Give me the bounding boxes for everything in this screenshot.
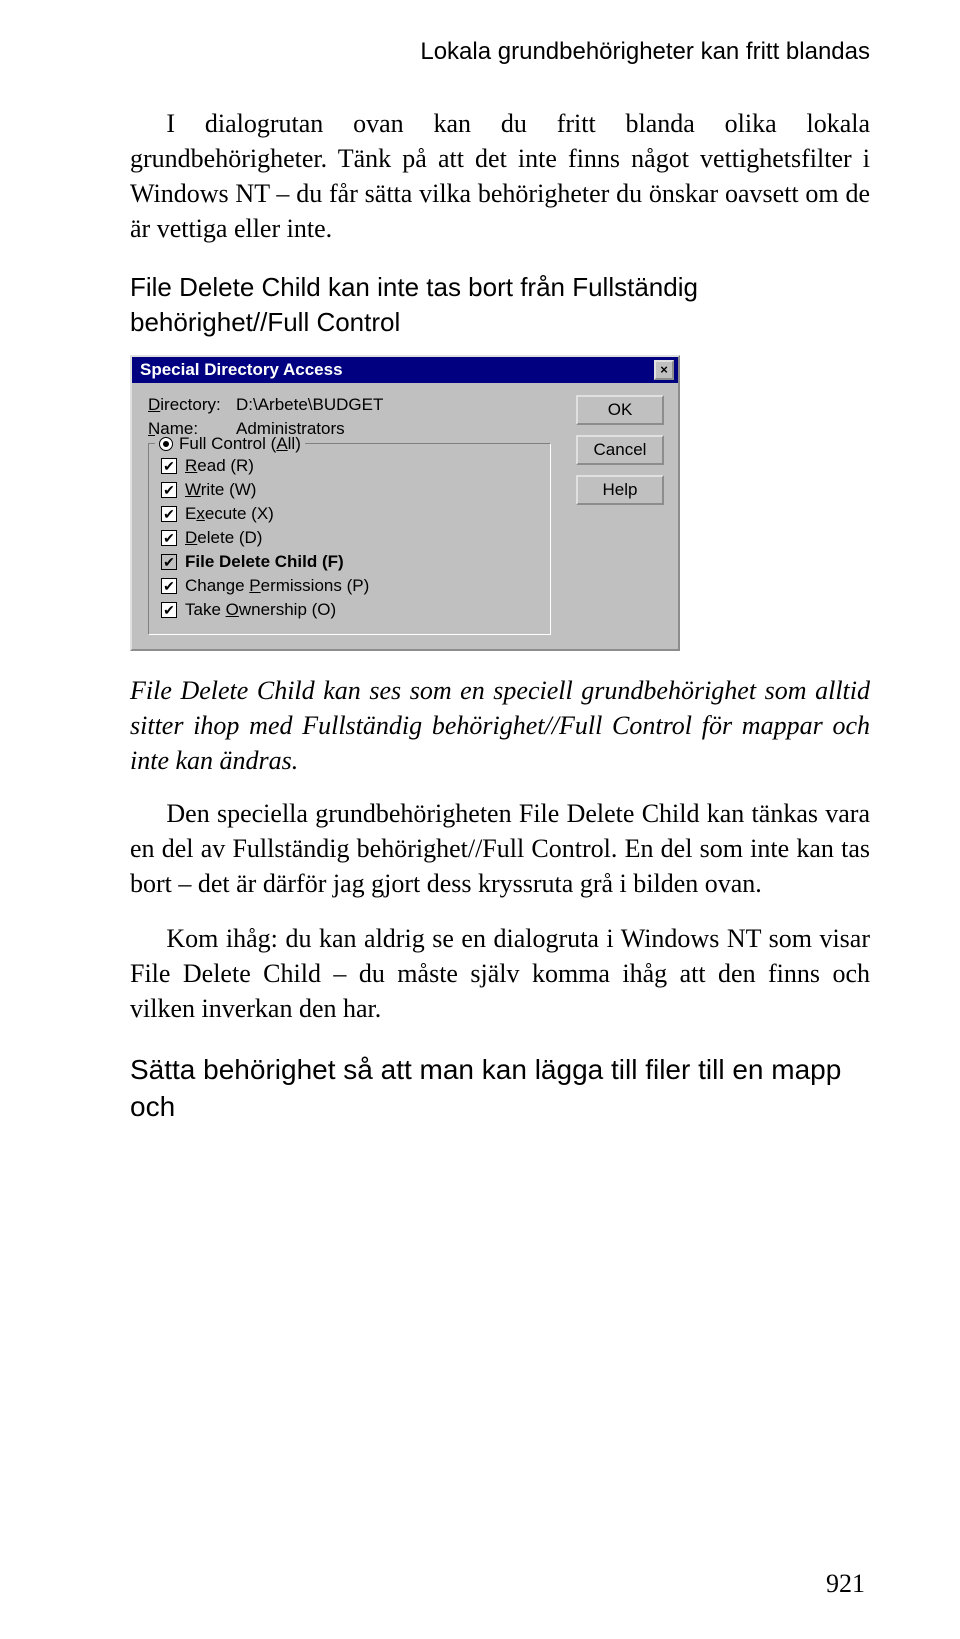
dialog-title: Special Directory Access [140,360,343,380]
checkbox-icon: ✔ [161,554,177,570]
radio-icon [159,437,173,451]
body-paragraph-3: Kom ihåg: du kan aldrig se en dialogruta… [130,921,870,1026]
cancel-button[interactable]: Cancel [576,435,664,465]
read-checkbox[interactable]: ✔ Read (R) [161,454,538,478]
directory-label: Directory: [148,395,236,415]
delete-checkbox[interactable]: ✔ Delete (D) [161,526,538,550]
full-control-radio[interactable]: Full Control (All) [155,434,305,454]
page-number: 921 [826,1569,865,1599]
bottom-section-heading: Sätta behörighet så att man kan lägga ti… [130,1052,870,1125]
figure-caption: File Delete Child kan ses som en speciel… [130,673,870,778]
help-button[interactable]: Help [576,475,664,505]
checkbox-icon: ✔ [161,530,177,546]
ok-button[interactable]: OK [576,395,664,425]
checkbox-icon: ✔ [161,458,177,474]
close-icon[interactable]: × [654,360,674,380]
subheading: File Delete Child kan inte tas bort från… [130,270,870,340]
checkbox-icon: ✔ [161,506,177,522]
directory-value: D:\Arbete\BUDGET [236,395,383,415]
page-header: Lokala grundbehörigheter kan fritt bland… [130,38,870,66]
body-paragraph-2: Den speciella grundbehörigheten File Del… [130,796,870,901]
dialog-titlebar: Special Directory Access × [132,357,678,383]
execute-checkbox[interactable]: ✔ Execute (X) [161,502,538,526]
checkbox-icon: ✔ [161,578,177,594]
full-control-group: Full Control (All) ✔ Read (R) ✔ Write (W… [148,443,551,635]
checkbox-icon: ✔ [161,602,177,618]
change-permissions-checkbox[interactable]: ✔ Change Permissions (P) [161,574,538,598]
take-ownership-checkbox[interactable]: ✔ Take Ownership (O) [161,598,538,622]
write-checkbox[interactable]: ✔ Write (W) [161,478,538,502]
checkbox-icon: ✔ [161,482,177,498]
special-directory-access-dialog: Special Directory Access × OK Cancel Hel… [130,355,680,651]
file-delete-child-checkbox: ✔ File Delete Child (F) [161,550,538,574]
intro-paragraph: I dialogrutan ovan kan du fritt blanda o… [130,106,870,246]
